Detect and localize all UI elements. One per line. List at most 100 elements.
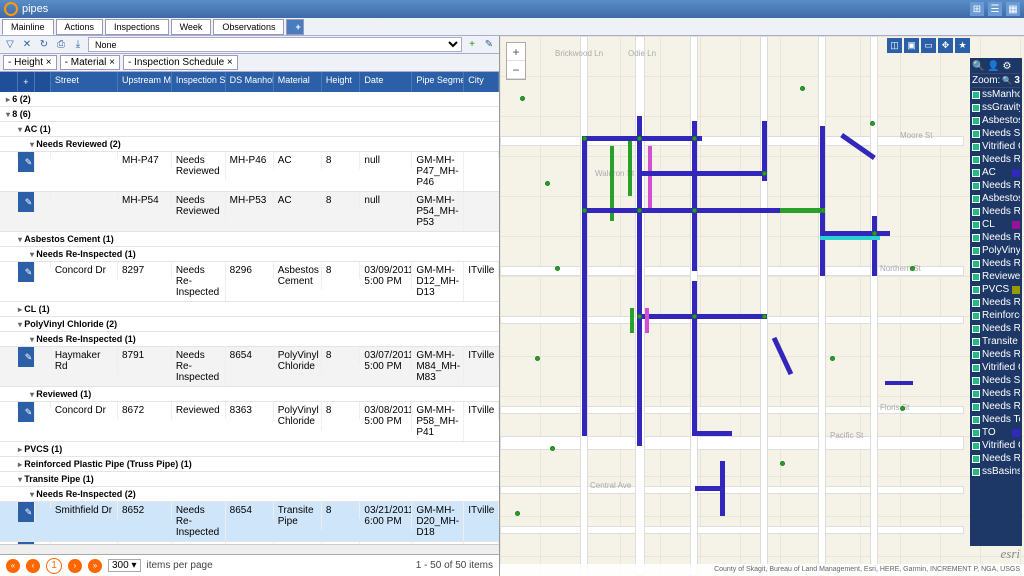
- checkbox-icon[interactable]: [972, 247, 980, 255]
- filter-select[interactable]: None: [88, 37, 462, 52]
- checkbox-icon[interactable]: [972, 403, 980, 411]
- checkbox-icon[interactable]: [972, 377, 980, 385]
- pager-prev[interactable]: ‹: [26, 559, 40, 573]
- checkbox-icon[interactable]: [972, 234, 980, 242]
- legend-item[interactable]: CL: [972, 218, 1020, 231]
- checkbox-icon[interactable]: [972, 117, 980, 125]
- group-row[interactable]: CL (1): [0, 302, 499, 317]
- legend-item[interactable]: AC: [972, 166, 1020, 179]
- col-dsmanhole[interactable]: DS Manhole: [226, 72, 274, 92]
- refresh-icon[interactable]: ↻: [37, 38, 51, 52]
- legend-item[interactable]: Reviewed: [972, 270, 1020, 283]
- legend-item[interactable]: Needs Revi...: [972, 205, 1020, 218]
- checkbox-icon[interactable]: [972, 351, 980, 359]
- group-row[interactable]: 6 (2): [0, 92, 499, 107]
- identify-icon[interactable]: ▣: [904, 38, 919, 53]
- bookmark-icon[interactable]: ★: [955, 38, 970, 53]
- h-scrollbar[interactable]: [0, 544, 499, 554]
- checkbox-icon[interactable]: [972, 325, 980, 333]
- checkbox-icon[interactable]: [972, 286, 980, 294]
- legend-item[interactable]: Asbestos Ce...: [972, 114, 1020, 127]
- settings-icon[interactable]: ✎: [482, 38, 496, 52]
- pan-icon[interactable]: ✥: [938, 38, 953, 53]
- table-row[interactable]: ✎MH-P54Needs ReviewedMH-P53AC8nullGM-MH-…: [0, 192, 499, 232]
- checkbox-icon[interactable]: [972, 299, 980, 307]
- col-date[interactable]: Date: [360, 72, 412, 92]
- edit-icon[interactable]: ✎: [22, 505, 36, 519]
- checkbox-icon[interactable]: [972, 208, 980, 216]
- chip-inspection[interactable]: - Inspection Schedule ×: [123, 55, 238, 70]
- checkbox-icon[interactable]: [972, 416, 980, 424]
- legend-item[interactable]: Needs Revi...: [972, 179, 1020, 192]
- tab-mainline[interactable]: Mainline: [2, 19, 54, 35]
- group-row[interactable]: Needs Re-Inspected (2): [0, 487, 499, 502]
- checkbox-icon[interactable]: [972, 130, 980, 138]
- table-row[interactable]: ✎Haymaker Rd8791Needs Re-Inspected8654Po…: [0, 347, 499, 387]
- col-material[interactable]: Material: [274, 72, 322, 92]
- table-row[interactable]: ✎Concord Dr8672Reviewed8363PolyVinyl Chl…: [0, 402, 499, 442]
- checkbox-icon[interactable]: [972, 221, 980, 229]
- checkbox-icon[interactable]: [972, 182, 980, 190]
- edit-icon[interactable]: ✎: [22, 405, 36, 419]
- pager-next[interactable]: ›: [68, 559, 82, 573]
- group-row[interactable]: Transite Pipe (1): [0, 472, 499, 487]
- edit-icon[interactable]: ✎: [22, 155, 36, 169]
- tools-icon[interactable]: ☰: [988, 2, 1002, 16]
- checkbox-icon[interactable]: [972, 338, 980, 346]
- col-upstream[interactable]: Upstream MH: [118, 72, 172, 92]
- pager-last[interactable]: »: [88, 559, 102, 573]
- legend-item[interactable]: ssBasins: [972, 465, 1020, 478]
- group-row[interactable]: Reviewed (1): [0, 387, 499, 402]
- checkbox-icon[interactable]: [972, 273, 980, 281]
- legend-item[interactable]: ssGravityMain: [972, 101, 1020, 114]
- legend-item[interactable]: Needs Re-In...: [972, 348, 1020, 361]
- legend-item[interactable]: Needs Sche...: [972, 374, 1020, 387]
- legend-item[interactable]: Needs Sche...: [972, 127, 1020, 140]
- tab-week[interactable]: Week: [171, 19, 212, 35]
- col-street[interactable]: Street: [51, 72, 118, 92]
- group-row[interactable]: Reinforced Plastic Pipe (Truss Pipe) (1): [0, 457, 499, 472]
- tab-inspections[interactable]: Inspections: [105, 19, 169, 35]
- edit-icon[interactable]: ✎: [22, 350, 36, 364]
- export-icon[interactable]: ⤓: [71, 38, 85, 52]
- legend-item[interactable]: TO: [972, 426, 1020, 439]
- table-row[interactable]: ✎Concord Dr8297Needs Re-Inspected8296Asb…: [0, 262, 499, 302]
- tab-observations[interactable]: Observations: [213, 19, 284, 35]
- chip-height[interactable]: - Height ×: [3, 55, 57, 70]
- col-add[interactable]: +: [18, 72, 36, 92]
- checkbox-icon[interactable]: [972, 156, 980, 164]
- grid-icon[interactable]: ▦: [1006, 2, 1020, 16]
- pager-size[interactable]: 300 ▾: [108, 559, 141, 572]
- checkbox-icon[interactable]: [972, 104, 980, 112]
- legend-item[interactable]: Needs Revi...: [972, 296, 1020, 309]
- col-city[interactable]: City: [464, 72, 499, 92]
- legend-item[interactable]: Needs Revi...: [972, 387, 1020, 400]
- zoom-in-icon[interactable]: +: [507, 43, 525, 61]
- checkbox-icon[interactable]: [972, 429, 980, 437]
- group-row[interactable]: AC (1): [0, 122, 499, 137]
- col-height[interactable]: Height: [322, 72, 361, 92]
- legend-item[interactable]: PVCS: [972, 283, 1020, 296]
- legend-item[interactable]: Needs Re-In...: [972, 322, 1020, 335]
- legend-item[interactable]: Vitrified Clay...: [972, 140, 1020, 153]
- select-icon[interactable]: ▭: [921, 38, 936, 53]
- legend-item[interactable]: ssManhole: [972, 88, 1020, 101]
- col-segment[interactable]: Pipe Segmen...: [412, 72, 464, 92]
- legend-item[interactable]: Needs Re-In...: [972, 452, 1020, 465]
- group-row[interactable]: 8 (6): [0, 107, 499, 122]
- col-inspection[interactable]: Inspection S...: [172, 72, 226, 92]
- checkbox-icon[interactable]: [972, 364, 980, 372]
- zoom-out-icon[interactable]: −: [507, 61, 525, 79]
- checkbox-icon[interactable]: [972, 143, 980, 151]
- legend-item[interactable]: Needs Re-In...: [972, 400, 1020, 413]
- legend-item[interactable]: Reinforced Pl...: [972, 309, 1020, 322]
- legend-item[interactable]: Vitrified Clay...: [972, 361, 1020, 374]
- checkbox-icon[interactable]: [972, 260, 980, 268]
- checkbox-icon[interactable]: [972, 312, 980, 320]
- legend-panel[interactable]: 🔍 👤 ⚙ Zoom: 🔍 3 ⌕ ssManholessGravityMain…: [970, 58, 1022, 546]
- edit-icon[interactable]: ✎: [22, 195, 36, 209]
- measure-icon[interactable]: ◫: [887, 38, 902, 53]
- checkbox-icon[interactable]: [972, 442, 980, 450]
- print-icon[interactable]: ⎙: [54, 38, 68, 52]
- group-row[interactable]: Needs Re-Inspected (1): [0, 332, 499, 347]
